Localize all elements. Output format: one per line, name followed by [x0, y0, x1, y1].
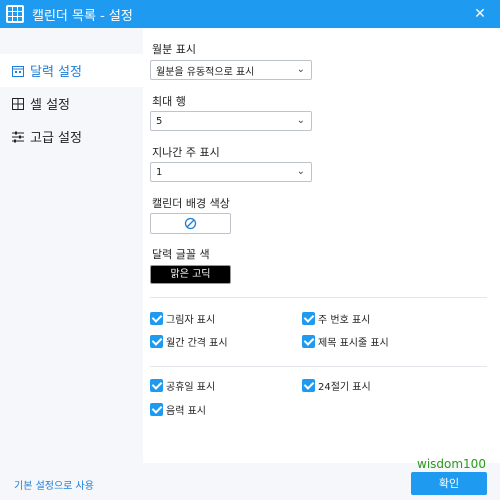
- chevron-down-icon: ⌄: [296, 115, 305, 126]
- ok-button[interactable]: 확인: [411, 472, 487, 495]
- holiday-checkbox[interactable]: 공휴일 표시: [150, 378, 215, 393]
- grid-icon: [12, 97, 24, 110]
- close-button[interactable]: ✕: [470, 4, 490, 24]
- checkbox-label: 월간 간격 표시: [166, 338, 228, 349]
- solar-terms-checkbox[interactable]: 24절기 표시: [302, 378, 371, 393]
- max-rows-value: 5: [156, 115, 163, 127]
- divider: [150, 366, 487, 367]
- window-title: 캘린더 목록 - 설정: [32, 8, 133, 24]
- max-rows-select[interactable]: 5 ⌄: [150, 111, 312, 131]
- checkbox-label: 음력 표시: [166, 406, 206, 417]
- month-gap-checkbox[interactable]: 월간 간격 표시: [150, 334, 228, 349]
- checkbox-label: 그림자 표시: [166, 315, 216, 326]
- font-color-button[interactable]: 맑은 고딕: [150, 265, 231, 284]
- sidebar-item-calendar-settings[interactable]: 달력 설정: [0, 54, 143, 87]
- checkbox-label: 주 번호 표시: [318, 315, 371, 326]
- checkbox-checked-icon: [150, 335, 163, 348]
- month-display-value: 월분을 유동적으로 표시: [156, 66, 255, 78]
- watermark-text: wisdom100: [417, 457, 486, 471]
- lunar-checkbox[interactable]: 음력 표시: [150, 402, 206, 417]
- title-bar-checkbox[interactable]: 제목 표시줄 표시: [302, 334, 389, 349]
- no-color-icon: [184, 217, 197, 230]
- bg-color-button[interactable]: [150, 213, 231, 234]
- week-number-checkbox[interactable]: 주 번호 표시: [302, 311, 370, 326]
- checkbox-checked-icon: [302, 335, 315, 348]
- checkbox-checked-icon: [150, 379, 163, 392]
- chevron-down-icon: ⌄: [296, 166, 305, 177]
- max-rows-label: 최대 행: [152, 95, 186, 108]
- shadow-checkbox[interactable]: 그림자 표시: [150, 311, 215, 326]
- month-display-label: 월분 표시: [152, 43, 196, 56]
- chevron-down-icon: ⌄: [296, 64, 305, 75]
- month-display-select[interactable]: 월분을 유동적으로 표시 ⌄: [150, 60, 312, 80]
- sidebar-item-label: 달력 설정: [30, 65, 82, 80]
- divider: [150, 297, 487, 298]
- checkbox-label: 24절기 표시: [318, 382, 371, 393]
- checkbox-label: 제목 표시줄 표시: [318, 338, 389, 349]
- checkbox-checked-icon: [302, 379, 315, 392]
- past-weeks-label: 지나간 주 표시: [152, 146, 220, 159]
- checkbox-checked-icon: [150, 403, 163, 416]
- font-color-label: 달력 글꼴 색: [152, 248, 210, 261]
- sidebar-item-label: 셀 설정: [30, 98, 71, 113]
- bg-color-label: 캘린더 배경 색상: [152, 197, 230, 210]
- sidebar-item-cell-settings[interactable]: 셀 설정: [0, 87, 143, 120]
- title-bar: 캘린더 목록 - 설정 ✕: [0, 0, 500, 28]
- checkbox-checked-icon: [302, 312, 315, 325]
- checkbox-label: 공휴일 표시: [166, 382, 216, 393]
- sliders-icon: [12, 131, 24, 142]
- calendar-icon: [12, 65, 24, 77]
- app-grid-icon: [6, 5, 24, 23]
- sidebar-item-advanced-settings[interactable]: 고급 설정: [0, 120, 143, 153]
- checkbox-checked-icon: [150, 312, 163, 325]
- sidebar-item-label: 고급 설정: [30, 131, 82, 146]
- past-weeks-value: 1: [156, 166, 163, 178]
- past-weeks-select[interactable]: 1 ⌄: [150, 162, 312, 182]
- reset-defaults-link[interactable]: 기본 설정으로 사용: [14, 477, 94, 492]
